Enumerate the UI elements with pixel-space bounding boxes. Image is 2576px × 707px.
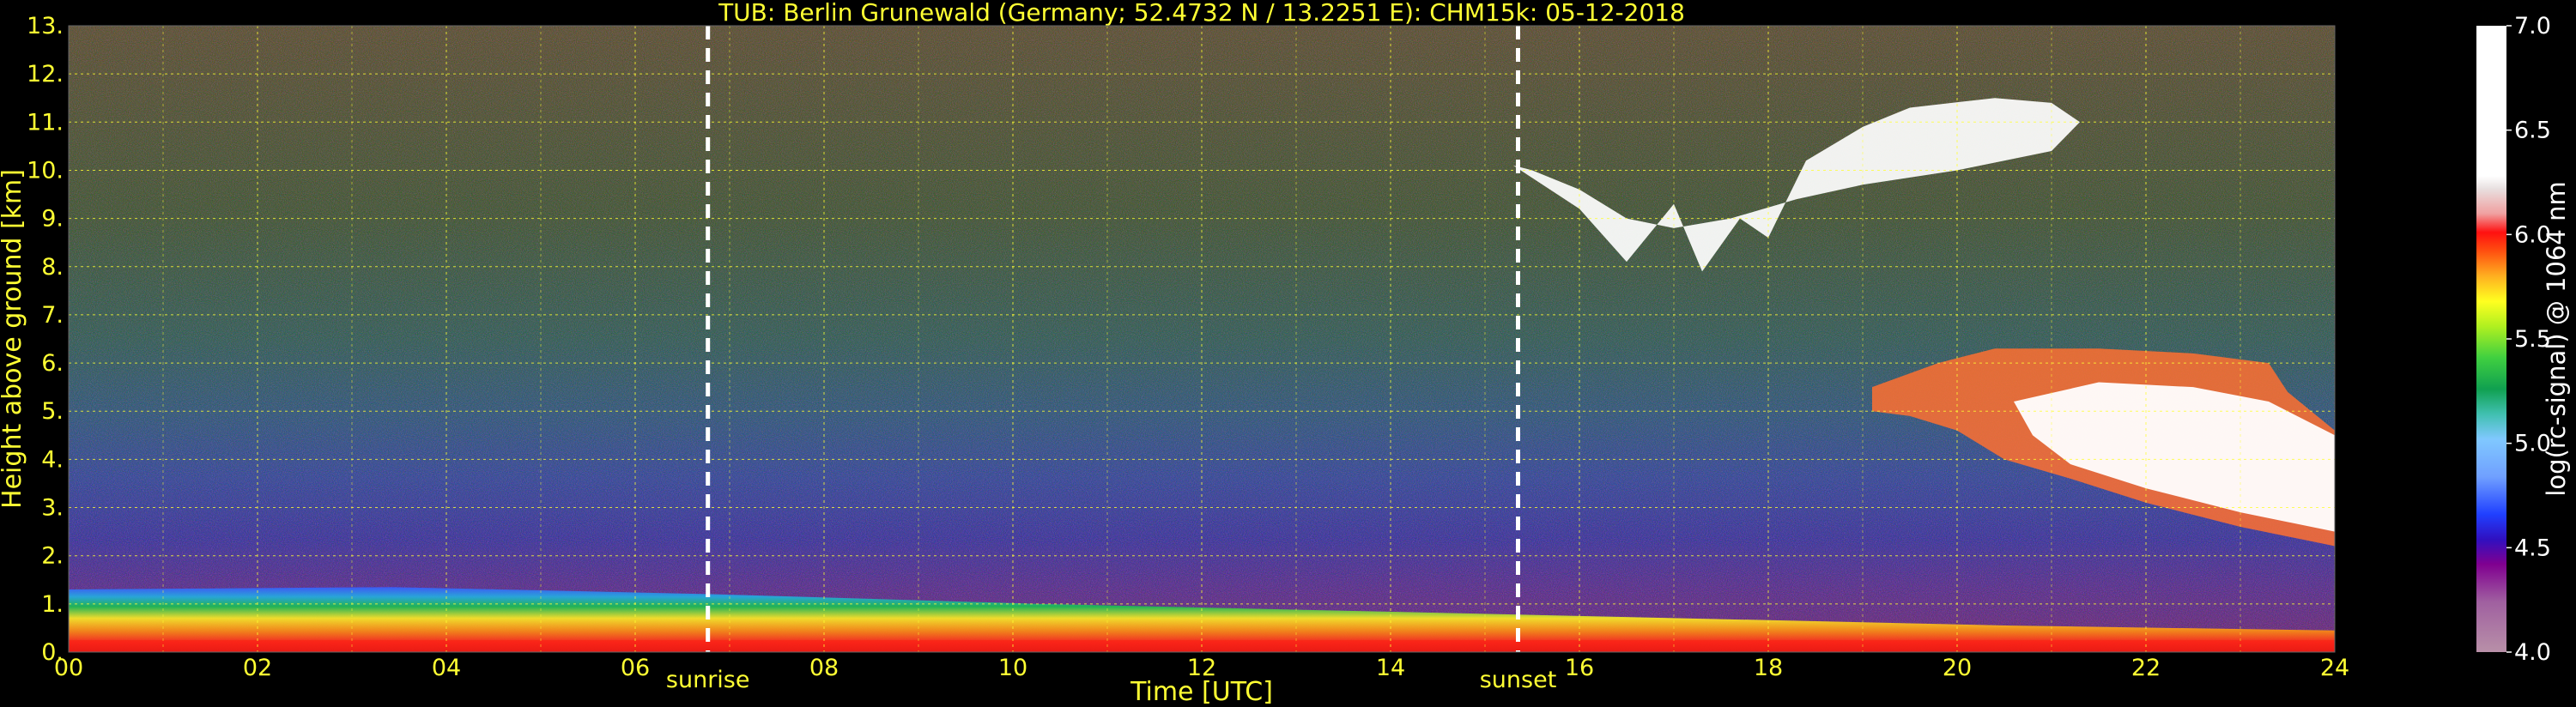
ceilometer-chart: TUB: Berlin Grunewald (Germany; 52.4732 …	[0, 0, 2571, 707]
sunrise-label: sunrise	[666, 667, 750, 693]
chart-title: TUB: Berlin Grunewald (Germany; 52.4732 …	[718, 0, 1685, 27]
y-tick-label: 9.	[41, 206, 64, 233]
x-tick-label: 08	[809, 655, 839, 681]
colorbar-tick-label: 4.0	[2514, 639, 2551, 666]
sunset-label: sunset	[1480, 667, 1557, 693]
x-tick-label: 06	[621, 655, 650, 681]
y-tick-label: 12.	[27, 61, 64, 88]
y-tick-label: 7.	[41, 302, 64, 329]
x-axis-label: Time [UTC]	[1130, 677, 1273, 707]
x-tick-label: 14	[1376, 655, 1405, 681]
x-tick-label: 20	[1943, 655, 1972, 681]
colorbar-tick-label: 6.5	[2514, 118, 2551, 144]
y-tick-label: 3.	[41, 495, 64, 522]
y-tick-label: 8.	[41, 254, 64, 281]
y-tick-label: 13.	[27, 13, 64, 39]
y-tick-label: 11.	[27, 109, 64, 136]
y-tick-label: 5.	[41, 398, 64, 425]
x-tick-label: 00	[54, 655, 83, 681]
colorbar-tick-label: 4.5	[2514, 535, 2551, 561]
colorbar: 4.04.55.05.56.06.57.0 log(rc-signal) @ 1…	[2476, 13, 2571, 666]
x-tick-label: 18	[1754, 655, 1783, 681]
y-tick-label: 10.	[27, 157, 64, 184]
y-tick-label: 6.	[41, 350, 64, 377]
y-tick-label: 2.	[41, 543, 64, 570]
y-tick-label: 4.	[41, 446, 64, 473]
plot-area	[69, 26, 2335, 652]
x-tick-label: 04	[432, 655, 461, 681]
x-tick-label: 02	[243, 655, 272, 681]
colorbar-gradient	[2476, 26, 2506, 652]
x-tick-label: 24	[2320, 655, 2349, 681]
colorbar-tick-label: 7.0	[2514, 13, 2551, 39]
x-tick-label: 22	[2131, 655, 2161, 681]
colorbar-label: log(rc-signal) @ 1064 nm	[2542, 181, 2571, 496]
y-axis-label: Height above ground [km]	[0, 169, 27, 509]
y-tick-label: 1.	[41, 591, 64, 618]
x-tick-label: 16	[1565, 655, 1594, 681]
x-tick-label: 10	[998, 655, 1027, 681]
